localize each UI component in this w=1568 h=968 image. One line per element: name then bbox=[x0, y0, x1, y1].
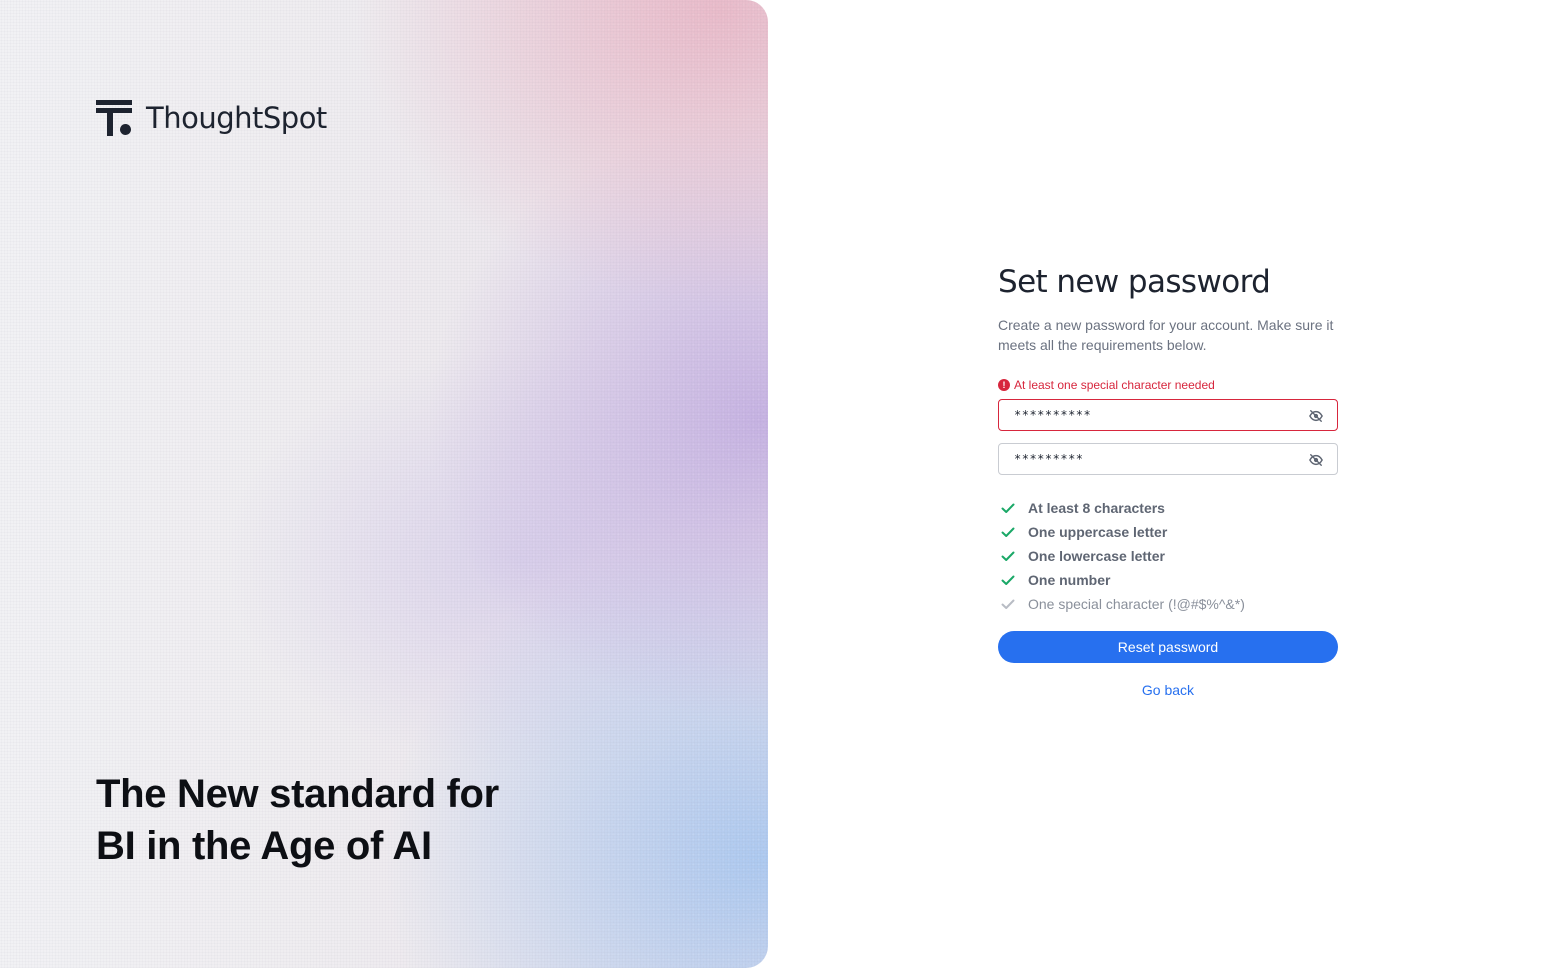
requirement-label: One uppercase letter bbox=[1028, 524, 1168, 540]
form-description: Create a new password for your account. … bbox=[998, 317, 1334, 353]
eye-off-icon[interactable] bbox=[1309, 409, 1323, 423]
check-icon bbox=[1001, 551, 1015, 561]
requirement-item: One number bbox=[998, 568, 1338, 592]
check-icon bbox=[1001, 527, 1015, 537]
new-password-input[interactable] bbox=[999, 400, 1289, 430]
hero-panel: ThoughtSpot The New standard for BI in t… bbox=[0, 0, 768, 968]
requirement-label: One number bbox=[1028, 572, 1111, 588]
thoughtspot-logo-icon bbox=[96, 100, 132, 136]
requirement-item: One lowercase letter bbox=[998, 544, 1338, 568]
confirm-password-input[interactable] bbox=[999, 444, 1289, 474]
confirm-password-field bbox=[998, 443, 1338, 475]
hero-tagline-line-1: The New standard for bbox=[96, 772, 499, 816]
check-icon bbox=[1001, 503, 1015, 513]
requirement-label: One special character (!@#$%^&*) bbox=[1028, 596, 1245, 612]
password-error-message: ! At least one special character needed bbox=[998, 377, 1338, 393]
requirement-item: At least 8 characters bbox=[998, 496, 1338, 520]
check-icon bbox=[1001, 575, 1015, 585]
error-text: At least one special character needed bbox=[1014, 378, 1215, 392]
brand-name: ThoughtSpot bbox=[146, 100, 327, 135]
reset-password-form: Set new password Create a new password f… bbox=[998, 262, 1338, 698]
hero-tagline: The New standard for BI in the Age of AI bbox=[96, 768, 656, 872]
hero-tagline-line-2: BI in the Age of AI bbox=[96, 824, 432, 868]
reset-password-button[interactable]: Reset password bbox=[998, 631, 1338, 663]
requirement-item: One uppercase letter bbox=[998, 520, 1338, 544]
requirement-item-pending: One special character (!@#$%^&*) bbox=[998, 592, 1338, 616]
requirement-label: One lowercase letter bbox=[1028, 548, 1165, 564]
page-title: Set new password bbox=[998, 264, 1271, 300]
reset-password-page: ThoughtSpot The New standard for BI in t… bbox=[0, 0, 1568, 968]
brand-logo: ThoughtSpot bbox=[96, 100, 327, 136]
new-password-field bbox=[998, 399, 1338, 431]
password-requirements-list: At least 8 characters One uppercase lett… bbox=[998, 496, 1338, 616]
go-back-link[interactable]: Go back bbox=[998, 682, 1338, 698]
check-icon bbox=[1001, 599, 1015, 609]
eye-off-icon[interactable] bbox=[1309, 453, 1323, 467]
error-icon: ! bbox=[998, 379, 1010, 391]
requirement-label: At least 8 characters bbox=[1028, 500, 1165, 516]
